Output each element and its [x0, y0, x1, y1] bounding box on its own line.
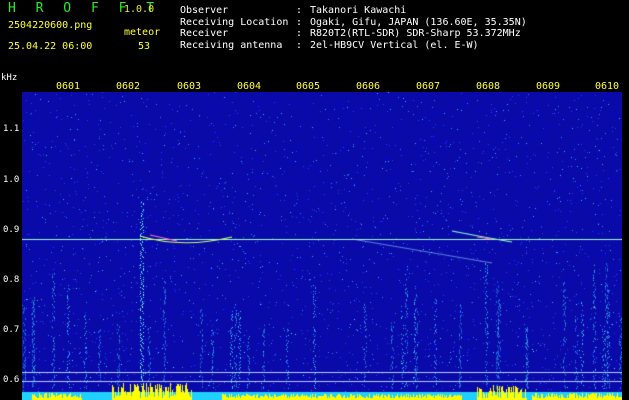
info-value: R820T2(RTL-SDR) SDR-Sharp 53.372MHz [310, 28, 521, 39]
info-label: Receiver [180, 28, 229, 39]
app-version: 1.0.0 [124, 4, 155, 15]
info-separator: : [296, 16, 303, 28]
image-filename: 2504220600.png [8, 20, 93, 31]
y-tick-label: 0.6 [3, 375, 20, 385]
info-label: Observer [180, 5, 229, 16]
info-label: Receiving antenna [180, 39, 283, 51]
info-row-location: Receiving Location : Ogaki, Gifu, JAPAN … [180, 17, 527, 29]
info-row-receiver: Receiver : R820T2(RTL-SDR) SDR-Sharp 53.… [180, 28, 527, 40]
x-tick-label: 0603 [176, 81, 202, 92]
info-value: Ogaki, Gifu, JAPAN (136.60E, 35.35N) [310, 16, 527, 28]
mode-label: meteor [124, 27, 161, 38]
info-separator: : [296, 28, 303, 39]
x-tick-label: 0608 [475, 81, 501, 92]
info-label: Receiving Location [180, 16, 289, 28]
station-info: Observer : Takanori Kawachi Receiving Lo… [180, 5, 527, 51]
x-tick-label: 0605 [295, 81, 321, 92]
x-tick-label: 0602 [115, 81, 141, 92]
x-tick-label: 0601 [55, 81, 81, 92]
info-row-antenna: Receiving antenna : 2el-HB9CV Vertical (… [180, 40, 527, 52]
spectrogram-canvas [22, 92, 622, 400]
y-tick-label: 0.8 [3, 275, 20, 285]
spectrogram-plot [22, 92, 622, 400]
x-tick-label: 0606 [355, 81, 381, 92]
x-tick-label: 0604 [236, 81, 262, 92]
info-value: Takanori Kawachi [310, 5, 407, 16]
x-tick-label: 0609 [535, 81, 561, 92]
info-row-observer: Observer : Takanori Kawachi [180, 5, 527, 17]
x-tick-label: 0607 [415, 81, 441, 92]
y-tick-label: 0.7 [3, 325, 20, 335]
y-tick-label: 0.9 [3, 225, 20, 235]
info-value: 2el-HB9CV Vertical (el. E-W) [310, 39, 479, 51]
y-tick-label: 1.1 [3, 124, 20, 134]
meteor-count: 53 [138, 41, 151, 52]
x-tick-label: 0610 [594, 81, 620, 92]
info-separator: : [296, 39, 303, 51]
info-separator: : [296, 5, 303, 16]
y-tick-label: 1.0 [3, 175, 20, 185]
capture-datetime: 25.04.22 06:00 [8, 41, 93, 52]
y-axis-unit: kHz [1, 73, 18, 83]
